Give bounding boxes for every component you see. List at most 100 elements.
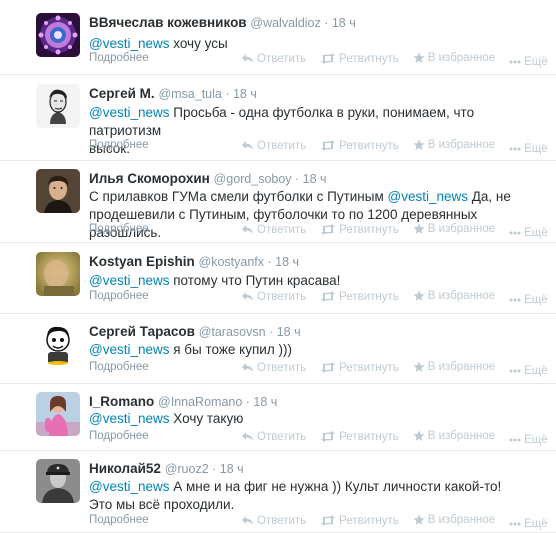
- user-handle[interactable]: @gord_soboy: [214, 172, 292, 186]
- retweet-action[interactable]: Ретвитнуть: [320, 140, 399, 152]
- user-handle[interactable]: @InnaRomano: [158, 395, 242, 409]
- more-action[interactable]: Ещё: [509, 56, 548, 68]
- tweet-item[interactable]: Сергей М. @msa_tula · 18 ч @vesti_news Пр…: [0, 75, 556, 161]
- timestamp[interactable]: 18 ч: [277, 325, 301, 339]
- reply-action[interactable]: Ответить: [241, 140, 306, 152]
- user-handle[interactable]: @ruoz2: [165, 462, 209, 476]
- retweet-action[interactable]: Ретвитнуть: [320, 224, 399, 236]
- reply-action[interactable]: Ответить: [241, 362, 306, 374]
- separator-dot: ·: [264, 255, 276, 269]
- details-link[interactable]: Подробнее: [89, 290, 149, 302]
- retweet-action[interactable]: Ретвитнуть: [320, 53, 399, 65]
- avatar[interactable]: [36, 169, 80, 213]
- mention-link[interactable]: @vesti_news: [89, 36, 170, 51]
- mention-link[interactable]: @vesti_news: [89, 105, 170, 120]
- more-action[interactable]: Ещё: [509, 143, 548, 155]
- mention-link[interactable]: @vesti_news: [89, 273, 170, 288]
- more-action[interactable]: Ещё: [509, 518, 548, 530]
- user-handle[interactable]: @kostyanfx: [199, 255, 265, 269]
- user-handle[interactable]: @tarasovsn: [199, 325, 266, 339]
- more-label: Ещё: [524, 56, 548, 68]
- more-label: Ещё: [524, 434, 548, 446]
- tweet-header: Илья Скоморохин @gord_soboy · 18 ч: [89, 171, 327, 186]
- more-label: Ещё: [524, 294, 548, 306]
- user-name[interactable]: Илья Скоморохин: [89, 171, 210, 186]
- favorite-action[interactable]: В избранное: [413, 223, 495, 235]
- favorite-icon: [413, 52, 425, 64]
- avatar[interactable]: [36, 459, 80, 503]
- more-action[interactable]: Ещё: [509, 365, 548, 377]
- tweet-item[interactable]: Илья Скоморохин @gord_soboy · 18 ч С прил…: [0, 161, 556, 243]
- tweet-actions: Ответить Ретвитнуть В избранное Ещё: [241, 52, 548, 68]
- timestamp[interactable]: 18 ч: [253, 395, 277, 409]
- user-handle[interactable]: @msa_tula: [158, 87, 221, 101]
- retweet-icon: [320, 431, 336, 442]
- mention-link[interactable]: @vesti_news: [89, 411, 170, 426]
- more-icon: [509, 438, 521, 442]
- tweet-header: Kostyan Epishin @kostyanfx · 18 ч: [89, 254, 299, 269]
- favorite-action[interactable]: В избранное: [413, 361, 495, 373]
- more-action[interactable]: Ещё: [509, 227, 548, 239]
- retweet-action[interactable]: Ретвитнуть: [320, 362, 399, 374]
- user-name[interactable]: Kostyan Epishin: [89, 254, 195, 269]
- details-link[interactable]: Подробнее: [89, 514, 149, 526]
- timestamp[interactable]: 18 ч: [303, 172, 327, 186]
- mention-link[interactable]: @vesti_news: [89, 342, 170, 357]
- reply-action[interactable]: Ответить: [241, 291, 306, 303]
- favorite-action[interactable]: В избранное: [413, 430, 495, 442]
- tweet-item[interactable]: ВВячеслав кожевников @walvaldioz · 18 ч @…: [0, 0, 556, 75]
- tweet-item[interactable]: I_Romano @InnaRomano · 18 ч @vesti_news Х…: [0, 384, 556, 451]
- tweet-text: @vesti_news Хочу такую: [89, 410, 544, 428]
- more-label: Ещё: [524, 518, 548, 530]
- reply-action[interactable]: Ответить: [241, 431, 306, 443]
- avatar[interactable]: [36, 252, 80, 296]
- user-name[interactable]: Сергей М.: [89, 86, 155, 101]
- details-link[interactable]: Подробнее: [89, 52, 149, 64]
- favorite-action[interactable]: В избранное: [413, 514, 495, 526]
- favorite-icon: [413, 430, 425, 442]
- more-icon: [509, 231, 521, 235]
- timestamp[interactable]: 18 ч: [275, 255, 299, 269]
- avatar[interactable]: [36, 392, 80, 436]
- details-link[interactable]: Подробнее: [89, 430, 149, 442]
- tweet-header: Сергей Тарасов @tarasovsn · 18 ч: [89, 324, 301, 339]
- user-handle[interactable]: @walvaldioz: [250, 16, 320, 30]
- favorite-action[interactable]: В избранное: [413, 139, 495, 151]
- timestamp[interactable]: 18 ч: [220, 462, 244, 476]
- mention-link[interactable]: @vesti_news: [89, 479, 170, 494]
- details-link[interactable]: Подробнее: [89, 223, 149, 235]
- favorite-action[interactable]: В избранное: [413, 290, 495, 302]
- timestamp[interactable]: 18 ч: [233, 87, 257, 101]
- reply-label: Ответить: [257, 290, 307, 303]
- details-link[interactable]: Подробнее: [89, 361, 149, 373]
- tweet-item[interactable]: Сергей Тарасов @tarasovsn · 18 ч @vesti_n…: [0, 314, 556, 384]
- mention-link[interactable]: @vesti_news: [387, 189, 468, 204]
- retweet-action[interactable]: Ретвитнуть: [320, 431, 399, 443]
- reply-action[interactable]: Ответить: [241, 224, 306, 236]
- user-name[interactable]: ВВячеслав кожевников: [89, 15, 247, 30]
- retweet-icon: [320, 362, 336, 373]
- avatar[interactable]: [36, 13, 80, 57]
- timestamp[interactable]: 18 ч: [332, 16, 356, 30]
- tweet-header: I_Romano @InnaRomano · 18 ч: [89, 394, 277, 409]
- more-action[interactable]: Ещё: [509, 434, 548, 446]
- tweet-text-line: я бы тоже купил ))): [169, 342, 292, 357]
- reply-label: Ответить: [257, 139, 307, 152]
- user-name[interactable]: Николай52: [89, 461, 161, 476]
- favorite-action[interactable]: В избранное: [413, 52, 495, 64]
- retweet-icon: [320, 140, 336, 151]
- user-name[interactable]: I_Romano: [89, 394, 154, 409]
- avatar[interactable]: [36, 84, 80, 128]
- avatar[interactable]: [36, 322, 80, 366]
- retweet-action[interactable]: Ретвитнуть: [320, 291, 399, 303]
- more-label: Ещё: [524, 227, 548, 239]
- tweet-text-prefix: С прилавков ГУМа смели футболки с Путины…: [89, 189, 388, 204]
- tweet-text-line: Это мы всё проходили.: [89, 497, 235, 512]
- more-action[interactable]: Ещё: [509, 294, 548, 306]
- reply-action[interactable]: Ответить: [241, 53, 306, 65]
- favorite-icon: [413, 223, 425, 235]
- user-name[interactable]: Сергей Тарасов: [89, 324, 195, 339]
- details-link[interactable]: Подробнее: [89, 139, 149, 151]
- favorite-icon: [413, 139, 425, 151]
- tweet-item[interactable]: Kostyan Epishin @kostyanfx · 18 ч @vesti_…: [0, 243, 556, 314]
